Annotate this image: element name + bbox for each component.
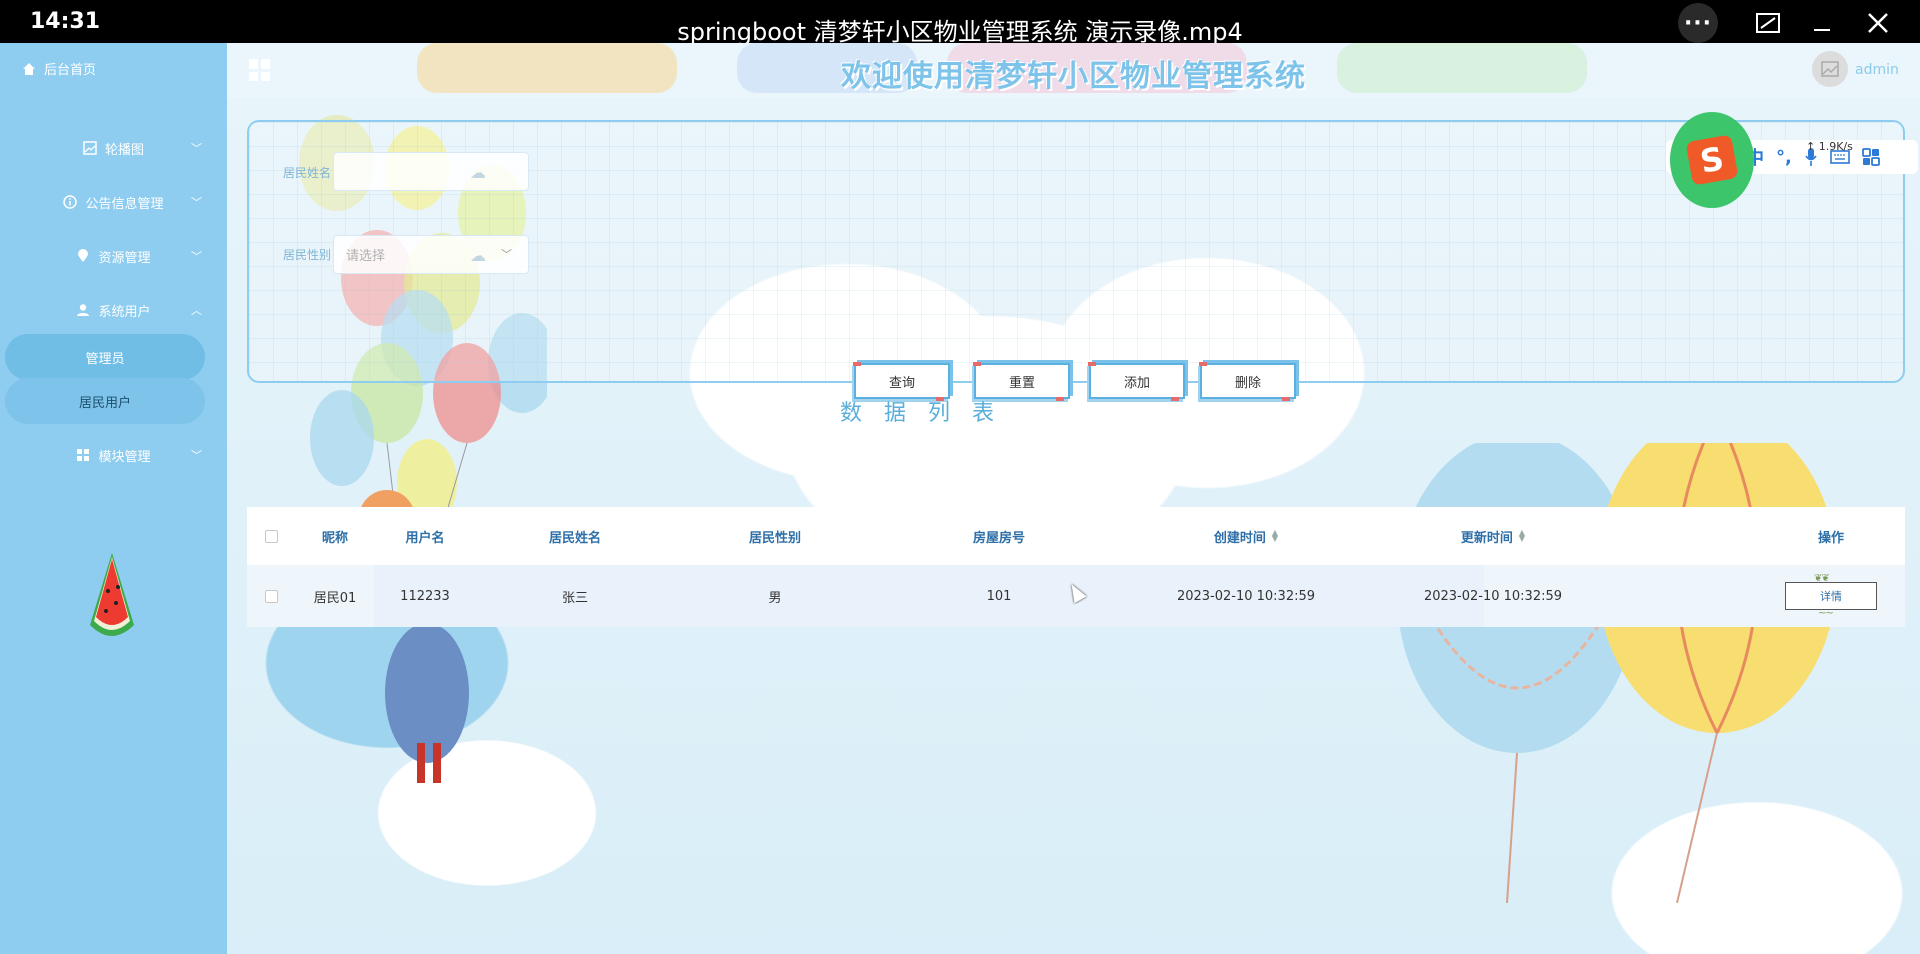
pin-icon [78,249,89,262]
home-icon [23,62,35,75]
sort-icon[interactable]: ▲ ▼ [1272,529,1278,543]
column-header-updated[interactable]: 更新时间 ▲ ▼ [1369,507,1617,565]
apps-grid-icon[interactable] [1861,148,1880,166]
cloud-icon: ☁ [470,246,486,265]
sidebar-subitem-residents[interactable]: 居民用户 [5,378,205,424]
chevron-down-icon: ﹀ [501,248,512,261]
cell-resident-name: 张三 [561,590,588,606]
chevron-down-icon: ﹀ [191,250,202,263]
sidebar-subitem-label: 居民用户 [78,395,131,411]
chevron-up-icon: ︿ [191,304,202,317]
cell-username: 112233 [400,588,450,604]
column-header-room: 房屋房号 [972,530,1025,546]
sidebar-item-modules[interactable]: 模块管理 ﹀ [0,435,227,475]
select-all-checkbox[interactable] [247,507,295,565]
sidebar-home-label: 后台首页 [44,63,97,78]
sidebar-item-label: 系统用户 [98,304,151,320]
chevron-down-icon: ﹀ [191,196,202,209]
username-label[interactable]: admin [1855,62,1899,78]
list-title: 数据列表 [839,401,1016,426]
sidebar-item-system-users[interactable]: 系统用户 ︿ [0,290,227,330]
table-header: 昵称 用户名 居民姓名 居民性别 房屋房号 创建时间 ▲ ▼ 更新时间 ▲ ▼ 操作 [247,507,1905,565]
sidebar: 后台首页 轮播图 ﹀ 公告信息管理 ﹀ 资源管理 ﹀ 系统用户 ︿ 管理员 居民… [0,43,227,954]
avatar[interactable] [1812,51,1848,87]
image-icon [83,141,97,155]
cell-updated: 2023-02-10 10:32:59 [1423,588,1563,604]
column-header-updated-label: 更新时间 [1460,530,1513,546]
ime-punctuation-toggle[interactable]: °, [1776,147,1792,168]
column-header-action: 操作 [1817,530,1844,546]
search-form: 居民姓名 ☁ 居民性别 请选择 ☁ ﹀ [247,120,1905,383]
sidebar-item-notice[interactable]: 公告信息管理 ﹀ [0,182,227,222]
watermelon-decoration [90,553,134,636]
sidebar-item-carousel[interactable]: 轮播图 ﹀ [0,128,227,168]
sidebar-subitem-label: 管理员 [85,351,125,367]
vine-decoration-icon: ❦❦ [1814,573,1830,584]
cell-created: 2023-02-10 10:32:59 [1176,588,1316,604]
resident-name-input[interactable]: ☁ [333,152,529,191]
user-icon [77,304,90,316]
top-header: 欢迎使用清梦轩小区物业管理系统 admin [227,43,1920,98]
cell-nickname: 居民01 [313,590,357,606]
detail-button[interactable]: ❦❦ 详情 ~~ [1785,573,1877,619]
more-options-button[interactable]: ··· [1678,3,1718,43]
resident-name-label: 居民姓名 [283,166,332,180]
sidebar-item-resources[interactable]: 资源管理 ﹀ [0,236,227,276]
add-button[interactable]: 添加 [1088,362,1185,401]
vine-decoration-icon: ~~ [1818,608,1834,619]
cell-gender: 男 [768,590,782,606]
sogou-s-icon: S [1685,134,1739,186]
close-button[interactable] [1858,4,1898,42]
resident-gender-label: 居民性别 [283,248,332,262]
chevron-down-icon: ﹀ [191,142,202,155]
more-icon: ··· [1683,10,1713,36]
grid-icon [77,449,90,461]
sidebar-item-label: 模块管理 [98,449,151,465]
reset-button[interactable]: 重置 [973,362,1070,401]
picture-in-picture-button[interactable] [1748,4,1788,42]
pip-icon [1756,13,1780,33]
network-speed-value: 1.9K/s [1818,140,1853,153]
column-header-gender: 居民性别 [748,530,801,546]
column-header-username: 用户名 [405,530,445,546]
ime-toolbar: 中 °, ↑ 1.9K/s S [1666,110,1918,208]
column-header-resident-name: 居民姓名 [548,530,601,546]
delete-button[interactable]: 删除 [1199,362,1296,401]
column-header-created[interactable]: 创建时间 ▲ ▼ [1123,507,1369,565]
query-button[interactable]: 查询 [853,362,950,401]
sort-icon[interactable]: ▲ ▼ [1519,529,1525,543]
sidebar-item-label: 资源管理 [98,250,151,266]
sidebar-item-home[interactable]: 后台首页 [22,59,96,78]
image-icon [1821,61,1839,77]
sidebar-subitem-admin[interactable]: 管理员 [5,334,205,380]
sidebar-item-label: 公告信息管理 [85,196,164,212]
video-title: springboot 清梦轩小区物业管理系统 演示录像.mp4 [677,18,1243,46]
video-player-bar: 14:31 springboot 清梦轩小区物业管理系统 演示录像.mp4 ··… [0,0,1920,46]
column-header-created-label: 创建时间 [1213,530,1266,546]
cloud-icon: ☁ [470,163,486,182]
minimize-icon [1814,29,1830,31]
sidebar-item-label: 轮播图 [104,142,144,158]
column-header-nickname: 昵称 [321,530,348,546]
site-title: 欢迎使用清梦轩小区物业管理系统 [841,59,1306,94]
gender-select-placeholder: 请选择 [346,249,386,264]
cell-action: ❦❦ 详情 ~~ [1757,565,1905,627]
network-speed: ↑ 1.9K/s [1806,140,1853,153]
minimize-button[interactable] [1802,4,1842,42]
detail-button-label: 详情 [1820,590,1842,603]
info-icon [63,195,78,209]
row-checkbox[interactable] [247,565,295,627]
chevron-down-icon: ﹀ [191,449,202,462]
sogou-logo[interactable]: S [1670,112,1754,208]
resident-gender-select[interactable]: 请选择 ☁ ﹀ [333,235,529,274]
close-icon [1868,13,1888,33]
